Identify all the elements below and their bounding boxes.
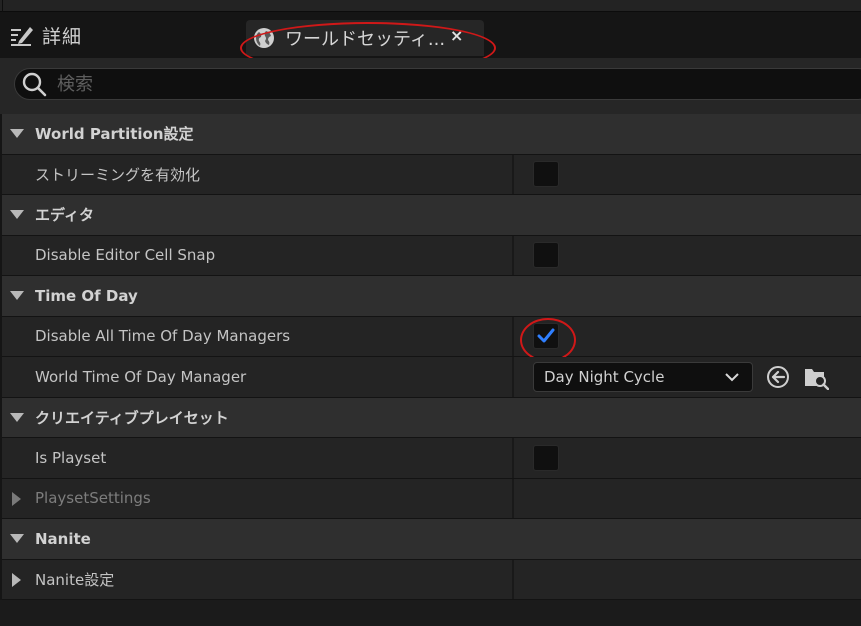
column-divider[interactable] xyxy=(512,559,514,599)
expand-arrow-icon[interactable] xyxy=(12,491,21,506)
property-row-expandable[interactable]: PlaysetSettings xyxy=(0,478,861,519)
property-label: Disable All Time Of Day Managers xyxy=(35,327,291,346)
collapse-arrow-icon[interactable] xyxy=(10,129,24,138)
column-divider[interactable] xyxy=(512,438,514,478)
streaming-checkbox[interactable] xyxy=(533,161,559,188)
property-row-expandable[interactable]: Nanite設定 xyxy=(0,559,861,600)
close-icon[interactable]: × xyxy=(450,26,463,45)
column-divider[interactable] xyxy=(512,357,514,397)
column-divider[interactable] xyxy=(512,154,514,194)
disable-all-managers-checkbox[interactable] xyxy=(533,323,559,350)
category-title: クリエイティブプレイセット xyxy=(35,408,229,427)
details-panel-title: 詳細 xyxy=(8,22,82,48)
details-title: 詳細 xyxy=(42,25,83,48)
tab-world-settings[interactable]: ワールドセッティ... × xyxy=(246,20,484,56)
property-label: PlaysetSettings xyxy=(35,489,151,508)
search-bar xyxy=(0,58,861,114)
column-divider[interactable] xyxy=(512,316,514,356)
property-label: ストリーミングを有効化 xyxy=(35,165,201,184)
tab-label: ワールドセッティ... xyxy=(285,29,446,50)
property-row: Disable All Time Of Day Managers xyxy=(0,316,861,362)
property-label: World Time Of Day Manager xyxy=(35,367,247,386)
expand-arrow-icon[interactable] xyxy=(12,572,21,587)
use-selected-arrow-icon[interactable] xyxy=(765,364,791,390)
edit-details-icon xyxy=(11,27,33,46)
category-time-of-day[interactable]: Time Of Day xyxy=(0,276,861,317)
panel-bottom xyxy=(0,600,861,626)
property-label: Is Playset xyxy=(35,448,107,467)
search-box[interactable] xyxy=(14,68,861,100)
category-editor[interactable]: エディタ xyxy=(0,195,861,236)
property-row: World Time Of Day Manager Day Night Cycl… xyxy=(0,357,861,398)
collapse-arrow-icon[interactable] xyxy=(10,534,24,543)
category-title: World Partition設定 xyxy=(35,125,194,144)
chevron-down-icon xyxy=(725,373,739,382)
category-nanite[interactable]: Nanite xyxy=(0,519,861,560)
is-playset-checkbox[interactable] xyxy=(533,444,559,471)
globe-icon xyxy=(254,28,274,48)
top-strip xyxy=(0,0,861,12)
category-creative-playset[interactable]: クリエイティブプレイセット xyxy=(0,397,861,438)
collapse-arrow-icon[interactable] xyxy=(10,412,24,422)
category-world-partition[interactable]: World Partition設定 xyxy=(0,114,861,155)
property-row: ストリーミングを有効化 xyxy=(0,154,861,195)
search-input[interactable] xyxy=(57,73,557,95)
details-list: World Partition設定 ストリーミングを有効化 エディタ Disab… xyxy=(0,114,861,600)
collapse-arrow-icon[interactable] xyxy=(10,210,24,219)
property-row: Disable Editor Cell Snap xyxy=(0,235,861,276)
time-of-day-manager-dropdown[interactable]: Day Night Cycle xyxy=(533,361,753,392)
property-row: Is Playset xyxy=(0,438,861,479)
column-divider[interactable] xyxy=(512,478,514,518)
search-icon xyxy=(22,72,47,97)
column-divider[interactable] xyxy=(512,235,514,275)
tab-bar: 詳細 ワールドセッティ... × xyxy=(0,12,861,74)
browse-folder-search-icon[interactable] xyxy=(803,364,829,390)
collapse-arrow-icon[interactable] xyxy=(10,291,24,300)
disable-cell-snap-checkbox[interactable] xyxy=(533,242,559,269)
panel-edge xyxy=(0,114,2,600)
property-label: Disable Editor Cell Snap xyxy=(35,246,216,265)
dropdown-value: Day Night Cycle xyxy=(544,367,665,386)
checkmark-icon xyxy=(537,328,555,343)
divider xyxy=(2,0,3,12)
